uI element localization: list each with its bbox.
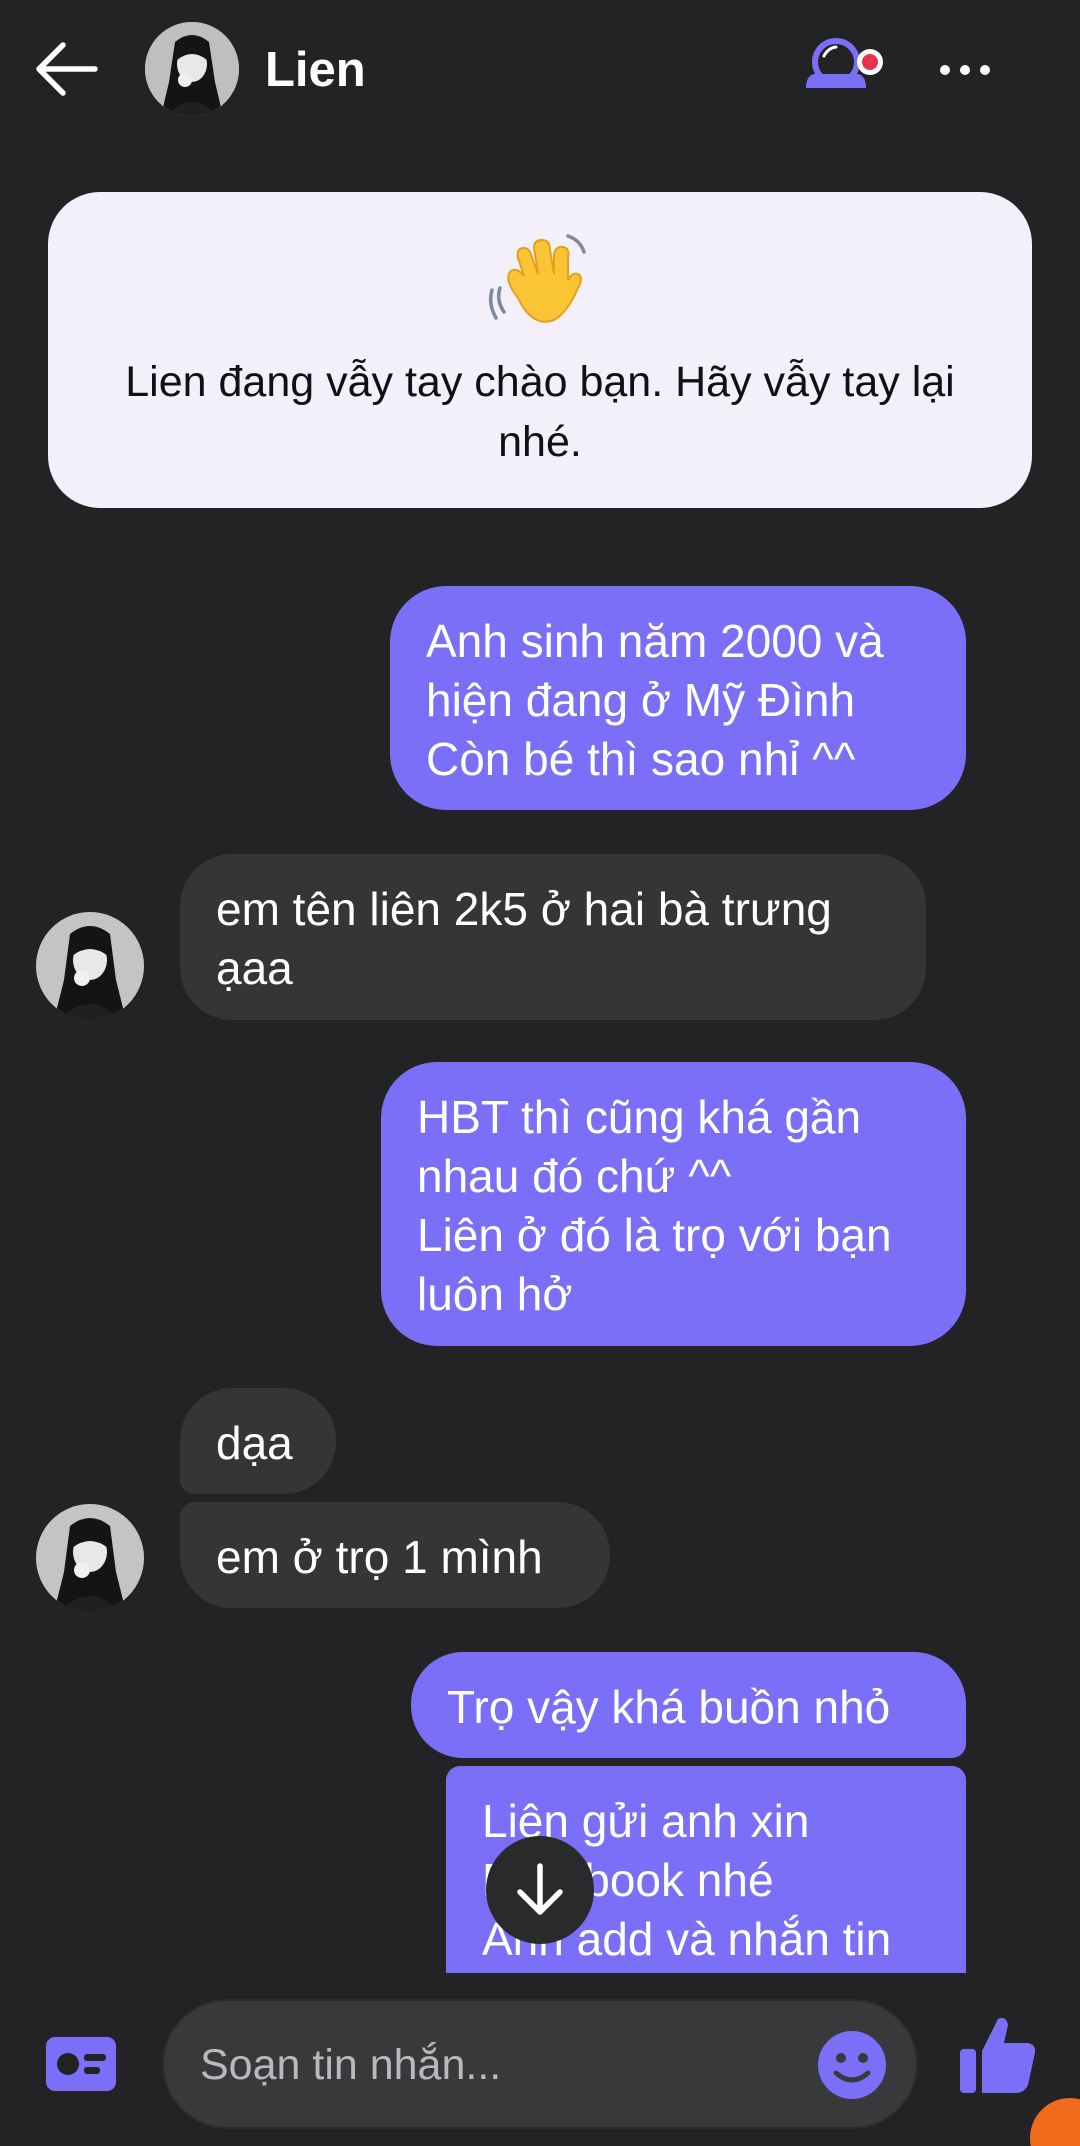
emoji-smile-icon <box>818 2031 886 2099</box>
contact-card-button[interactable] <box>44 2035 118 2093</box>
chat-header: Lien <box>0 0 1080 140</box>
contact-name[interactable]: Lien <box>265 40 366 100</box>
message-input[interactable]: Soạn tin nhắn... <box>162 1999 918 2129</box>
more-options-dot <box>960 65 970 75</box>
incoming-message[interactable]: em tên liên 2k5 ở hai bà trưng ạaa <box>180 854 926 1020</box>
contact-avatar[interactable] <box>145 22 239 116</box>
back-arrow-icon <box>36 42 98 96</box>
outgoing-message[interactable]: Anh sinh năm 2000 và hiện đang ở Mỹ Đình… <box>390 586 966 810</box>
thumbs-up-icon <box>960 2017 1036 2093</box>
more-options-dot <box>980 65 990 75</box>
outgoing-message[interactable]: Trọ vậy khá buồn nhỏ <box>411 1652 966 1758</box>
contact-avatar-small[interactable] <box>36 912 144 1020</box>
message-input-placeholder: Soạn tin nhắn... <box>200 2041 502 2089</box>
message-list[interactable]: Anh sinh năm 2000 và hiện đang ở Mỹ Đình… <box>0 140 1080 1973</box>
incoming-message[interactable]: dạa <box>180 1388 336 1494</box>
scroll-to-bottom-button[interactable] <box>486 1836 594 1944</box>
outgoing-message[interactable]: HBT thì cũng khá gần nhau đó chứ ^^ Liên… <box>381 1062 966 1346</box>
more-options-icon <box>940 65 950 75</box>
back-button[interactable] <box>28 34 104 104</box>
avatar-photo <box>36 912 144 1020</box>
more-options-button[interactable] <box>930 40 1000 100</box>
arrow-down-icon <box>517 1863 563 1915</box>
composer-bar: Soạn tin nhắn... <box>0 1973 1080 2146</box>
incoming-message[interactable]: em ở trọ 1 mình <box>180 1502 610 1608</box>
emoji-button[interactable] <box>816 2029 888 2101</box>
contact-avatar-small[interactable] <box>36 1504 144 1612</box>
avatar-photo <box>36 1504 144 1612</box>
avatar-photo <box>145 22 239 116</box>
secret-mode-button[interactable] <box>800 34 890 100</box>
contact-card-icon <box>46 2037 116 2091</box>
secret-mode-icon <box>806 38 883 88</box>
chat-screen: Lien Lien đang vẫy tay chào bạn. Hãy vẫy… <box>0 0 1080 2146</box>
like-send-button[interactable] <box>958 2013 1038 2097</box>
